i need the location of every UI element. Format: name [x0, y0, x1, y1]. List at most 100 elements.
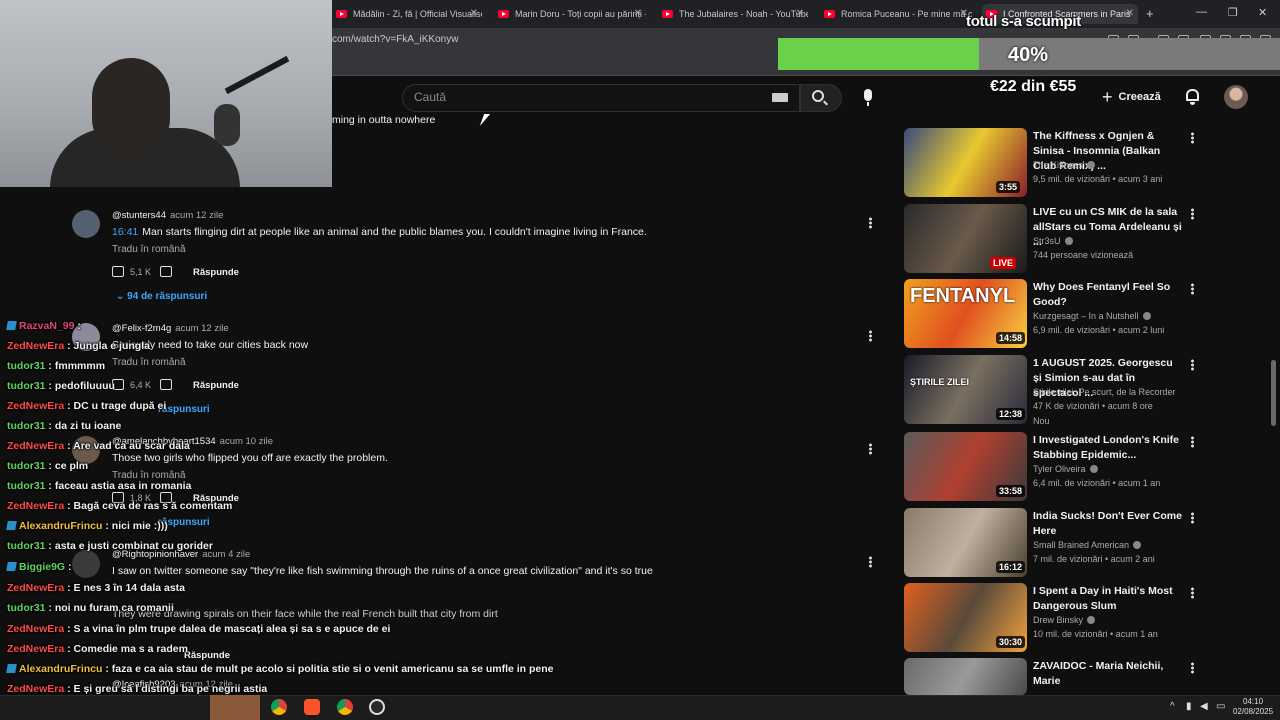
video-duration: 16:12 — [996, 561, 1026, 573]
taskbar-thumbnail[interactable] — [210, 695, 260, 720]
chrome-icon[interactable] — [271, 699, 287, 715]
comment-avatar[interactable] — [72, 210, 100, 238]
comment-menu-icon[interactable] — [869, 217, 872, 229]
chat-separator: : — [45, 540, 55, 552]
plus-icon: + — [1102, 87, 1113, 107]
video-title[interactable]: India Sucks! Don't Ever Come Here — [1033, 509, 1183, 539]
video-menu-icon[interactable] — [1191, 436, 1194, 448]
brave-icon[interactable] — [304, 699, 320, 715]
chat-username: AlexandruFrincu — [19, 663, 103, 675]
browser-tab[interactable]: Marin Doru - Toți copii au părinți - Yo ✕ — [494, 4, 646, 24]
video-menu-icon[interactable] — [1191, 132, 1194, 144]
url-text[interactable]: com/watch?v=FkA_iKKonyw — [332, 34, 458, 45]
recommended-video[interactable]: FENTANYL 14:58 Why Does Fentanyl Feel So G… — [904, 279, 1280, 349]
create-button[interactable]: + Creează — [1102, 86, 1170, 108]
chrome-icon[interactable] — [337, 699, 353, 715]
chat-text: E și greu să l distingi ba pe negrii ast… — [73, 683, 268, 695]
recommended-video[interactable]: 3:55 The Kiffness x Ognjen & Sinisa - Ins… — [904, 128, 1280, 198]
browser-tab[interactable]: Romica Puceanu - Pe mine mă chea✕ — [820, 4, 972, 24]
video-meta: 47 K de vizionări • acum 8 ore — [1033, 401, 1153, 411]
close-window-button[interactable]: ✕ — [1258, 6, 1267, 19]
video-menu-icon[interactable] — [1191, 662, 1194, 674]
channel-name[interactable]: Str3sU — [1033, 236, 1073, 246]
minimize-button[interactable]: — — [1196, 6, 1207, 18]
channel-name[interactable]: Știrile zilei. Pe scurt, de la Recorder — [1033, 387, 1176, 397]
view-replies-button[interactable]: ⌄ 94 de răspunsuri — [116, 291, 207, 302]
video-title[interactable]: I Investigated London's Knife Stabbing E… — [1033, 433, 1183, 463]
tray-chevron-icon[interactable]: ^ — [1170, 701, 1175, 712]
tab-close-icon[interactable]: ✕ — [796, 8, 804, 19]
tab-close-icon[interactable]: ✕ — [470, 8, 478, 19]
video-title[interactable]: Why Does Fentanyl Feel So Good? — [1033, 280, 1183, 310]
chat-separator: : — [45, 480, 55, 492]
chat-separator: : — [65, 561, 72, 573]
channel-name[interactable]: Drew Binsky — [1033, 615, 1096, 625]
bell-icon[interactable] — [1186, 89, 1199, 105]
video-menu-icon[interactable] — [1191, 283, 1194, 295]
recommended-video[interactable]: 30:30 I Spent a Day in Haiti's Most Dange… — [904, 583, 1280, 653]
translate-link[interactable]: Tradu în română — [112, 357, 186, 368]
video-menu-icon[interactable] — [1191, 587, 1194, 599]
search-input[interactable] — [402, 84, 800, 112]
video-menu-icon[interactable] — [1191, 359, 1194, 371]
mic-tray-icon[interactable]: ▮ — [1186, 701, 1192, 712]
dislike-icon[interactable] — [160, 379, 172, 390]
channel-name[interactable]: Kurzgesagt – In a Nutshell — [1033, 311, 1151, 321]
search-icon — [812, 90, 824, 102]
chat-text: Bagă ceva de ras s ă comentam — [73, 500, 233, 512]
new-tab-button[interactable]: + — [1146, 6, 1154, 21]
video-title[interactable]: ZAVAIDOC - Maria Neichii, Marie — [1033, 659, 1183, 689]
reply-button[interactable]: Răspunde — [193, 380, 239, 391]
chat-message: tudor31 : fmmmmm — [7, 360, 105, 372]
user-avatar[interactable] — [1224, 85, 1248, 109]
chat-message: tudor31 : noi nu furam ca romanii — [7, 602, 174, 614]
recommended-video[interactable]: 33:58 I Investigated London's Knife Stabb… — [904, 432, 1280, 502]
streamer-head — [92, 58, 170, 154]
recommended-video[interactable]: ȘTIRILE ZILEI 12:38 1 AUGUST 2025. Georges… — [904, 355, 1280, 426]
comment-avatar[interactable] — [72, 550, 100, 578]
chat-username: Biggie9G — [19, 561, 66, 573]
recommended-video[interactable]: ZAVAIDOC - Maria Neichii, Marie — [904, 658, 1280, 695]
comment-menu-icon[interactable] — [869, 556, 872, 568]
comment-menu-icon[interactable] — [869, 443, 872, 455]
comment-timestamp-link[interactable]: 16:41 — [112, 226, 138, 238]
comment-menu-icon[interactable] — [869, 330, 872, 342]
like-icon[interactable] — [112, 266, 124, 277]
chat-separator: : — [45, 420, 55, 432]
chat-message: tudor31 : da zi tu ioane — [7, 420, 121, 432]
channel-name[interactable]: The Kiffness — [1033, 160, 1095, 170]
chat-separator: : — [64, 623, 74, 635]
dislike-icon[interactable] — [160, 266, 172, 277]
recommended-video[interactable]: LIVE LIVE cu un CS MIK de la sala allStar… — [904, 204, 1280, 274]
channel-name[interactable]: Tyler Oliveira — [1033, 464, 1098, 474]
video-meta: 9,5 mil. de vizionări • acum 3 ani — [1033, 174, 1163, 184]
video-menu-icon[interactable] — [1191, 208, 1194, 220]
chat-username: tudor31 — [7, 602, 46, 614]
comment-author[interactable]: @stunters44 acum 12 zile — [112, 210, 223, 221]
keyboard-icon[interactable] — [772, 93, 788, 102]
chat-username: ZedNewEra — [7, 440, 65, 452]
volume-icon[interactable]: ◀ — [1200, 701, 1208, 712]
reply-button[interactable]: Răspunde — [193, 267, 239, 278]
chat-text: nici mie :))) — [111, 520, 168, 532]
video-menu-icon[interactable] — [1191, 512, 1194, 524]
microphone-icon[interactable] — [864, 89, 872, 106]
comment-author[interactable]: @Felix-f2m4g acum 12 zile — [112, 323, 229, 334]
tab-close-icon[interactable]: ✕ — [1126, 8, 1134, 19]
reply-button[interactable]: Răspunde — [184, 650, 230, 661]
browser-tab[interactable]: The Jubalaires - Noah - YouTube ✕ — [658, 4, 808, 24]
maximize-button[interactable]: ❐ — [1228, 6, 1238, 19]
system-clock[interactable]: 04:10 02/08/2025 — [1233, 697, 1273, 717]
browser-tab[interactable]: Mădălin - Zi, fă | Official Visualiser ✕ — [332, 4, 482, 24]
video-title[interactable]: I Spent a Day in Haiti's Most Dangerous … — [1033, 584, 1183, 614]
network-icon[interactable]: ▭ — [1216, 701, 1225, 712]
tab-close-icon[interactable]: ✕ — [634, 8, 642, 19]
translate-link[interactable]: Tradu în română — [112, 244, 186, 255]
recommended-video[interactable]: 16:12 India Sucks! Don't Ever Come Here Sm… — [904, 508, 1280, 578]
chat-message: ZedNewEra : S a vina în plm trupe dalea … — [7, 623, 390, 635]
chat-text: da zi tu ioane — [54, 420, 122, 432]
video-thumbnail[interactable] — [904, 658, 1027, 695]
obs-icon[interactable] — [369, 699, 385, 715]
channel-name[interactable]: Small Brained American — [1033, 540, 1142, 550]
scrollbar[interactable] — [1271, 360, 1276, 426]
